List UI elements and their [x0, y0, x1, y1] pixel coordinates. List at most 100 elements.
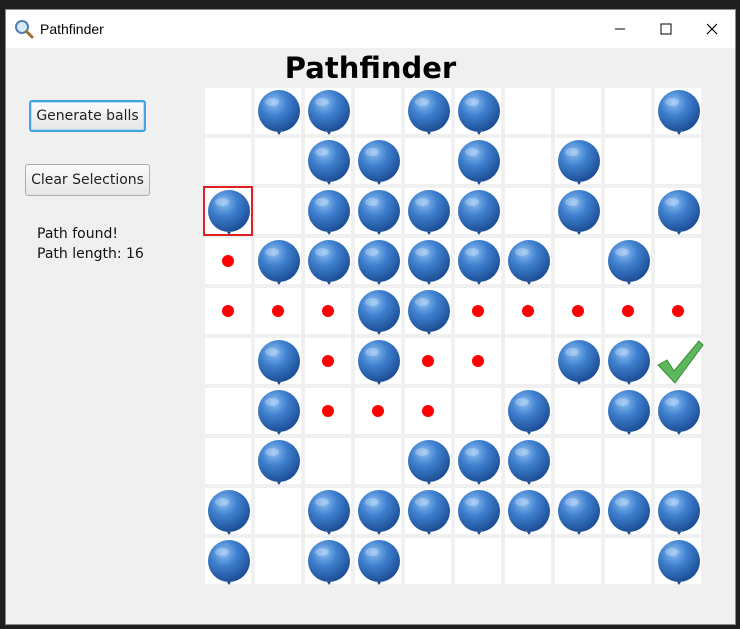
board-cell[interactable] [453, 536, 503, 586]
board-cell[interactable] [553, 136, 603, 186]
board-cell[interactable] [253, 286, 303, 336]
generate-balls-button[interactable]: Generate balls [29, 100, 146, 132]
board-cell[interactable] [603, 86, 653, 136]
board-cell[interactable] [253, 386, 303, 436]
board-cell[interactable] [653, 536, 703, 586]
board-cell[interactable] [653, 286, 703, 336]
board-cell[interactable] [353, 86, 403, 136]
board-cell[interactable] [453, 86, 503, 136]
board-cell[interactable] [403, 136, 453, 186]
board-cell[interactable] [353, 186, 403, 236]
board-cell[interactable] [403, 86, 453, 136]
board-cell[interactable] [403, 536, 453, 586]
board-cell[interactable] [503, 186, 553, 236]
board-cell[interactable] [503, 336, 553, 386]
board-cell[interactable] [653, 186, 703, 236]
board-cell[interactable] [503, 236, 553, 286]
board-cell[interactable] [253, 86, 303, 136]
board-cell[interactable] [203, 436, 253, 486]
board-cell[interactable] [453, 386, 503, 436]
board-cell[interactable] [503, 86, 553, 136]
board-cell[interactable] [303, 86, 353, 136]
board-cell[interactable] [653, 236, 703, 286]
board-cell[interactable] [203, 86, 253, 136]
board-cell[interactable] [453, 236, 503, 286]
board-cell[interactable] [553, 536, 603, 586]
board-cell[interactable] [603, 536, 653, 586]
board-cell[interactable] [403, 186, 453, 236]
board-cell[interactable] [303, 236, 353, 286]
maximize-button[interactable] [643, 10, 689, 48]
board-cell[interactable] [603, 186, 653, 236]
board-cell[interactable] [203, 336, 253, 386]
board-cell[interactable] [453, 336, 503, 386]
board-cell[interactable] [303, 436, 353, 486]
close-button[interactable] [689, 10, 735, 48]
board-cell[interactable] [403, 286, 453, 336]
board-cell[interactable] [303, 486, 353, 536]
board-cell[interactable] [203, 236, 253, 286]
board-cell[interactable] [553, 336, 603, 386]
minimize-button[interactable] [597, 10, 643, 48]
board-cell[interactable] [403, 436, 453, 486]
board-cell[interactable] [403, 336, 453, 386]
board-cell[interactable] [303, 136, 353, 186]
title-bar[interactable]: Pathfinder [6, 10, 735, 48]
board-cell[interactable] [553, 186, 603, 236]
board-cell[interactable] [203, 286, 253, 336]
board-cell[interactable] [303, 386, 353, 436]
board-cell[interactable] [603, 486, 653, 536]
board-cell[interactable] [353, 536, 403, 586]
board-cell[interactable] [603, 386, 653, 436]
board-cell[interactable] [553, 386, 603, 436]
board-cell[interactable] [353, 236, 403, 286]
board-cell[interactable] [403, 486, 453, 536]
board-cell[interactable] [353, 336, 403, 386]
board-cell[interactable] [553, 286, 603, 336]
board-cell[interactable] [303, 536, 353, 586]
board-cell[interactable] [603, 286, 653, 336]
board-cell[interactable] [203, 536, 253, 586]
board-cell[interactable] [653, 436, 703, 486]
board-cell[interactable] [253, 536, 303, 586]
board-cell-selected[interactable] [203, 186, 253, 236]
board-cell[interactable] [353, 136, 403, 186]
board-cell[interactable] [553, 86, 603, 136]
board-cell[interactable] [653, 86, 703, 136]
board-cell[interactable] [653, 386, 703, 436]
board-cell[interactable] [603, 436, 653, 486]
board-cell[interactable] [253, 236, 303, 286]
board-cell[interactable] [453, 486, 503, 536]
board-cell[interactable] [553, 436, 603, 486]
board-cell[interactable] [303, 286, 353, 336]
board-cell[interactable] [253, 136, 303, 186]
board-cell[interactable] [653, 136, 703, 186]
board-cell[interactable] [203, 486, 253, 536]
board-cell[interactable] [503, 136, 553, 186]
board-cell[interactable] [503, 536, 553, 586]
board-cell[interactable] [253, 186, 303, 236]
board-cell[interactable] [403, 236, 453, 286]
board-cell[interactable] [253, 436, 303, 486]
board-cell[interactable] [353, 386, 403, 436]
board-cell[interactable] [253, 336, 303, 386]
board-cell[interactable] [553, 486, 603, 536]
board-cell[interactable] [403, 386, 453, 436]
board-cell[interactable] [353, 436, 403, 486]
board-cell[interactable] [603, 336, 653, 386]
board-cell[interactable] [353, 486, 403, 536]
board-cell[interactable] [453, 186, 503, 236]
clear-selections-button[interactable]: Clear Selections [25, 164, 150, 196]
board-cell[interactable] [503, 436, 553, 486]
board-cell[interactable] [453, 286, 503, 336]
board-cell[interactable] [503, 286, 553, 336]
board-cell[interactable] [253, 486, 303, 536]
board-cell[interactable] [203, 136, 253, 186]
board-cell[interactable] [303, 186, 353, 236]
board-cell[interactable] [503, 386, 553, 436]
board-cell[interactable] [603, 236, 653, 286]
board-cell[interactable] [453, 436, 503, 486]
board-cell[interactable] [503, 486, 553, 536]
board-cell[interactable] [353, 286, 403, 336]
board-cell[interactable] [203, 386, 253, 436]
